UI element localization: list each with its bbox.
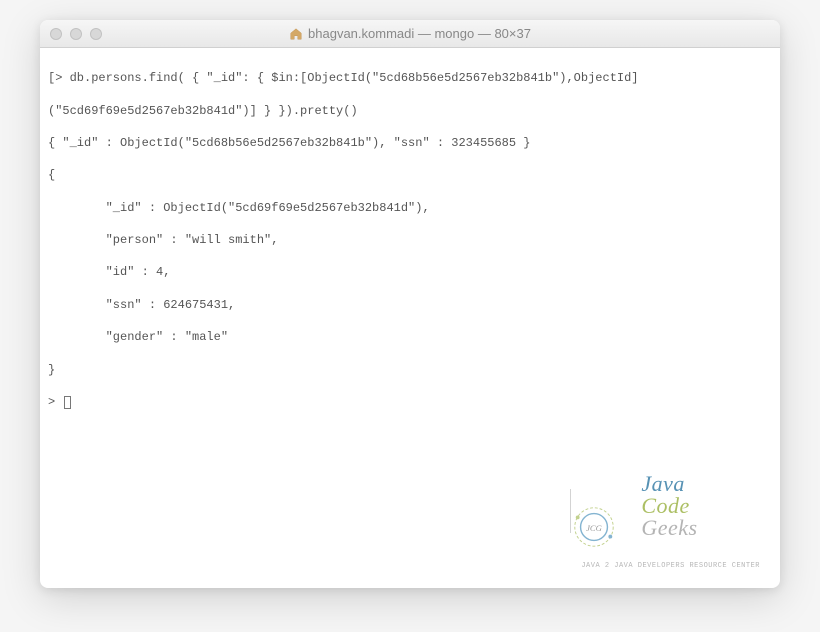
terminal-line: "ssn" : 624675431, xyxy=(48,297,772,313)
watermark-subtitle: Java 2 Java Developers Resource Center xyxy=(581,563,760,570)
cursor xyxy=(64,396,71,409)
terminal-window: bhagvan.kommadi — mongo — 80×37 [> db.pe… xyxy=(40,20,780,588)
terminal-output[interactable]: [> db.persons.find( { "_id": { $in:[Obje… xyxy=(40,48,780,588)
terminal-line: { "_id" : ObjectId("5cd68b56e5d2567eb32b… xyxy=(48,135,772,151)
watermark-text: Java Code Geeks Java 2 Java Developers R… xyxy=(581,451,760,570)
watermark: JCG Java Code Geeks Java 2 Java Develope… xyxy=(512,451,760,570)
close-button[interactable] xyxy=(50,28,62,40)
window-title: bhagvan.kommadi — mongo — 80×37 xyxy=(40,26,780,41)
window-title-text: bhagvan.kommadi — mongo — 80×37 xyxy=(308,26,531,41)
terminal-line: } xyxy=(48,362,772,378)
home-icon xyxy=(289,27,303,41)
minimize-button[interactable] xyxy=(70,28,82,40)
watermark-title: Java Code Geeks xyxy=(581,451,760,561)
terminal-line: [> db.persons.find( { "_id": { $in:[Obje… xyxy=(48,70,772,86)
zoom-button[interactable] xyxy=(90,28,102,40)
terminal-line: "gender" : "male" xyxy=(48,329,772,345)
terminal-line: "id" : 4, xyxy=(48,264,772,280)
watermark-word-geeks: Geeks xyxy=(641,515,697,540)
watermark-divider xyxy=(570,489,571,533)
terminal-line: "person" : "will smith", xyxy=(48,232,772,248)
prompt-text: > xyxy=(48,395,62,409)
terminal-prompt-line: > xyxy=(48,395,71,409)
terminal-line: ("5cd69f69e5d2567eb32b841d")] } }).prett… xyxy=(48,103,772,119)
window-controls xyxy=(50,28,102,40)
window-titlebar: bhagvan.kommadi — mongo — 80×37 xyxy=(40,20,780,48)
terminal-line: "_id" : ObjectId("5cd69f69e5d2567eb32b84… xyxy=(48,200,772,216)
watermark-logo-icon: JCG xyxy=(512,487,560,535)
terminal-line: { xyxy=(48,167,772,183)
